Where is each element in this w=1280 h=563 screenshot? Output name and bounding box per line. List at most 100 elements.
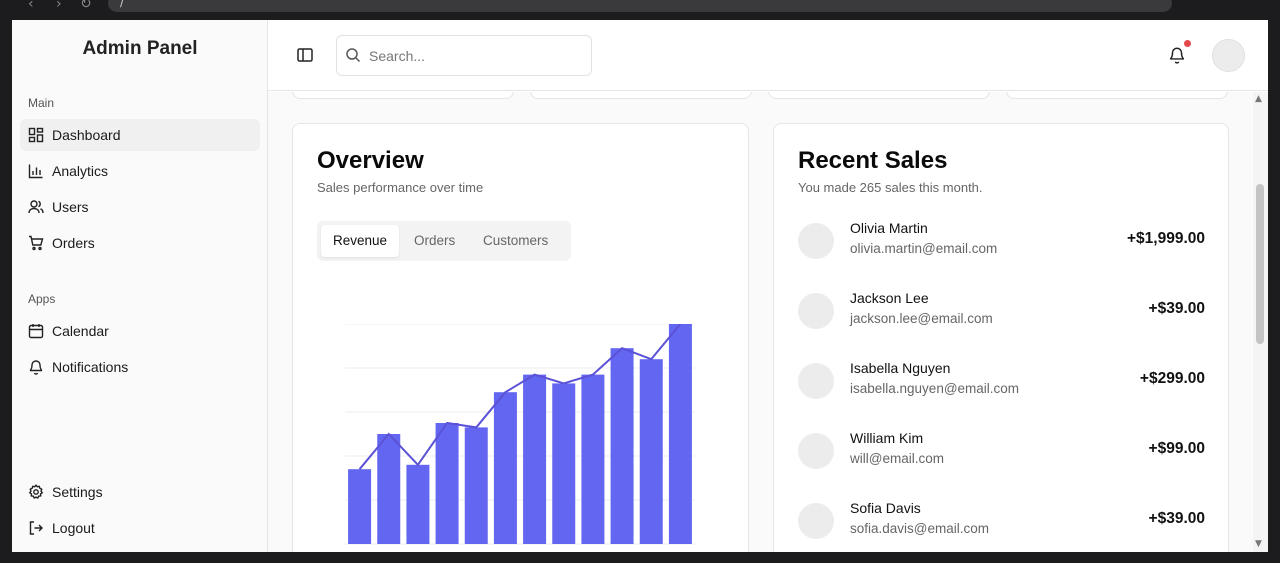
sidebar-item-analytics[interactable]: Analytics [20, 155, 260, 187]
dashboard-icon [28, 127, 44, 143]
customer-email: sofia.davis@email.com [850, 521, 990, 536]
overview-subtitle: Sales performance over time [317, 180, 484, 195]
recent-sales-card: Recent Sales You made 265 sales this mon… [773, 123, 1229, 552]
avatar [798, 293, 834, 329]
url-text: / [120, 0, 125, 9]
chart-bar [377, 434, 401, 544]
sidebar-group-apps: Apps [28, 292, 56, 306]
chart-bar [610, 348, 634, 544]
sidebar-item-label: Orders [52, 235, 95, 251]
sidebar-item-label: Users [52, 199, 89, 215]
notification-dot [1184, 40, 1191, 47]
app-window: Admin Panel Main Dashboard Analytics Use… [12, 20, 1268, 552]
reload-icon[interactable]: ↻ [80, 0, 92, 12]
overview-title: Overview [317, 147, 424, 174]
avatar [798, 503, 834, 539]
sale-row: Jackson Lee jackson.lee@email.com +$39.0… [798, 288, 1205, 334]
sale-row: Isabella Nguyen isabella.nguyen@email.co… [798, 358, 1205, 404]
sidebar-toggle-icon[interactable] [296, 46, 314, 64]
search-icon [345, 47, 361, 63]
stat-card [292, 92, 514, 99]
chart-bar [493, 392, 517, 544]
customer-name: Isabella Nguyen [850, 360, 951, 376]
sidebar-item-label: Dashboard [52, 127, 121, 143]
top-header [268, 20, 1268, 91]
sale-row: Olivia Martin olivia.martin@email.com +$… [798, 218, 1205, 264]
users-icon [28, 199, 44, 215]
customer-email: will@email.com [850, 451, 944, 466]
search-box[interactable] [336, 35, 592, 76]
sale-row: Sofia Davis sofia.davis@email.com +$39.0… [798, 498, 1205, 544]
main-content: Overview Sales performance over time Rev… [268, 92, 1253, 552]
customer-email: jackson.lee@email.com [850, 311, 993, 326]
back-icon[interactable]: ‹ [28, 0, 34, 12]
recent-sales-subtitle: You made 265 sales this month. [798, 180, 983, 195]
notifications-bell-icon[interactable] [1168, 46, 1186, 64]
customer-email: olivia.martin@email.com [850, 241, 998, 256]
customer-name: Jackson Lee [850, 290, 929, 306]
scrollbar-thumb[interactable] [1256, 184, 1264, 344]
customer-name: Sofia Davis [850, 500, 921, 516]
avatar [798, 363, 834, 399]
sale-amount: +$39.00 [1148, 510, 1205, 527]
sidebar: Admin Panel Main Dashboard Analytics Use… [12, 20, 268, 552]
sale-amount: +$39.00 [1148, 300, 1205, 317]
sidebar-item-calendar[interactable]: Calendar [20, 315, 260, 347]
chart-bar [639, 359, 663, 544]
sidebar-item-label: Analytics [52, 163, 109, 179]
search-input[interactable] [369, 46, 579, 66]
customer-name: William Kim [850, 430, 924, 446]
bar-chart-icon [28, 163, 44, 179]
sidebar-item-dashboard[interactable]: Dashboard [20, 119, 260, 151]
overview-card: Overview Sales performance over time Rev… [292, 123, 749, 552]
calendar-icon [28, 323, 44, 339]
sale-row: William Kim will@email.com +$99.00 [798, 428, 1205, 474]
scroll-down-icon[interactable]: ▼ [1255, 539, 1262, 549]
bell-icon [28, 359, 44, 375]
user-avatar[interactable] [1212, 39, 1245, 72]
chart-bar [464, 427, 488, 544]
logout-icon [28, 520, 44, 536]
sale-amount: +$1,999.00 [1126, 230, 1205, 247]
chart-bar [348, 469, 372, 544]
page-scrollbar[interactable]: ▲ ▼ [1253, 92, 1268, 552]
chart-bar [668, 324, 692, 544]
scroll-up-icon[interactable]: ▲ [1255, 94, 1262, 104]
sidebar-group-main: Main [28, 96, 55, 110]
customer-name: Olivia Martin [850, 220, 928, 236]
sidebar-item-label: Logout [52, 520, 95, 536]
browser-toolbar: ‹ › ↻ / [0, 0, 1280, 20]
gear-icon [28, 484, 44, 500]
sidebar-item-label: Notifications [52, 359, 129, 375]
shopping-cart-icon [28, 235, 44, 251]
app-title: Admin Panel [82, 38, 198, 59]
stat-card [1006, 92, 1228, 99]
chart-bar [435, 423, 459, 544]
sidebar-item-orders[interactable]: Orders [20, 227, 260, 259]
sidebar-item-logout[interactable]: Logout [20, 512, 260, 544]
chart-bar [552, 383, 576, 544]
forward-icon[interactable]: › [56, 0, 62, 12]
tab-customers[interactable]: Customers [471, 225, 560, 257]
sidebar-item-label: Calendar [52, 323, 109, 339]
chart-bar [406, 464, 430, 544]
chart-bar [581, 374, 605, 544]
recent-sales-title: Recent Sales [798, 147, 948, 174]
sidebar-item-notifications[interactable]: Notifications [20, 351, 260, 383]
revenue-chart [345, 324, 695, 545]
sidebar-item-users[interactable]: Users [20, 191, 260, 223]
avatar [798, 223, 834, 259]
customer-email: isabella.nguyen@email.com [850, 381, 1020, 396]
sale-amount: +$99.00 [1148, 440, 1205, 457]
stat-card [768, 92, 990, 99]
address-bar[interactable] [108, 0, 1172, 12]
sidebar-item-label: Settings [52, 484, 103, 500]
stat-card [530, 92, 752, 99]
sidebar-item-settings[interactable]: Settings [20, 476, 260, 508]
tab-orders[interactable]: Orders [402, 225, 467, 257]
tab-revenue[interactable]: Revenue [321, 225, 400, 257]
chart-tabs: Revenue Orders Customers [317, 221, 571, 261]
chart-bar [523, 374, 547, 544]
avatar [798, 433, 834, 469]
sale-amount: +$299.00 [1139, 370, 1205, 387]
